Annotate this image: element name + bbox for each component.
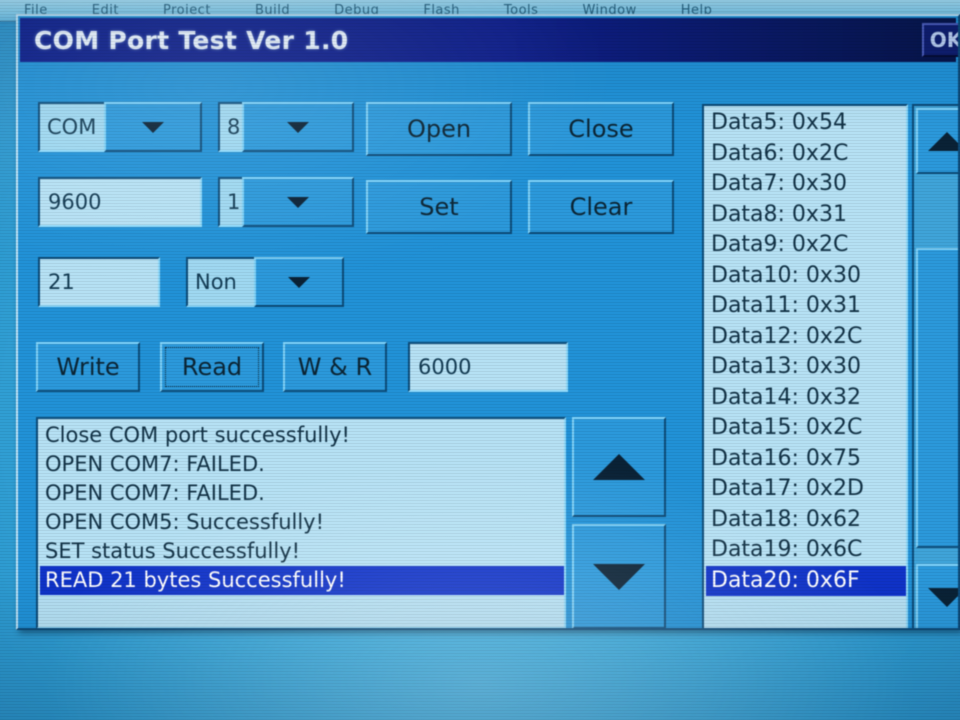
triangle-up-icon — [928, 131, 958, 151]
stopbits-combo[interactable]: 1 — [218, 177, 354, 227]
parity-combo-arrow-button[interactable] — [254, 257, 344, 307]
set-button[interactable]: Set — [366, 180, 512, 234]
list-item[interactable]: OPEN COM7: FAILED. — [40, 479, 564, 508]
list-item[interactable]: SET status Successfully! — [40, 537, 564, 566]
chevron-down-icon — [142, 121, 164, 133]
list-item[interactable]: Data5: 0x54 — [706, 108, 906, 139]
list-item[interactable]: Data11: 0x31 — [706, 291, 906, 322]
data-scroll-down-button[interactable] — [916, 564, 958, 628]
list-item[interactable]: Data16: 0x75 — [706, 444, 906, 475]
log-scroll-up-button[interactable] — [572, 417, 666, 517]
triangle-down-icon — [928, 587, 958, 607]
databits-combo-arrow-button[interactable] — [242, 102, 354, 152]
databits-combo-value: 8 — [218, 102, 242, 152]
list-item[interactable]: Data12: 0x2C — [706, 322, 906, 353]
ok-button[interactable]: OK — [922, 23, 958, 57]
port-combo-value: COM — [38, 102, 104, 152]
list-item[interactable]: Data7: 0x30 — [706, 169, 906, 200]
length-input[interactable]: 21 — [38, 257, 160, 307]
list-item-selected[interactable]: READ 21 bytes Successfully! — [40, 566, 564, 595]
clear-button[interactable]: Clear — [528, 180, 674, 234]
list-item[interactable]: Data13: 0x30 — [706, 352, 906, 383]
list-item[interactable]: OPEN COM7: FAILED. — [40, 450, 564, 479]
list-item[interactable]: Data14: 0x32 — [706, 383, 906, 414]
open-button[interactable]: Open — [366, 102, 512, 156]
triangle-down-icon — [593, 563, 645, 590]
close-button[interactable]: Close — [528, 102, 674, 156]
data-list-scrollbar[interactable] — [912, 104, 958, 628]
list-item[interactable]: Data18: 0x62 — [706, 505, 906, 536]
list-item[interactable]: Close COM port successfully! — [40, 421, 564, 450]
status-log-listbox[interactable]: Close COM port successfully! OPEN COM7: … — [36, 417, 566, 628]
parity-combo[interactable]: Non — [186, 257, 344, 307]
parity-combo-value: Non — [186, 257, 254, 307]
dialog-titlebar: COM Port Test Ver 1.0 OK — [20, 18, 958, 62]
chevron-down-icon — [287, 196, 309, 208]
chevron-down-icon — [288, 276, 310, 288]
timeout-input[interactable]: 6000 — [408, 342, 568, 392]
log-scroll-down-button[interactable] — [572, 524, 666, 628]
list-item[interactable]: Data15: 0x2C — [706, 413, 906, 444]
list-item[interactable]: Data17: 0x2D — [706, 474, 906, 505]
write-button[interactable]: Write — [36, 342, 140, 392]
triangle-up-icon — [593, 454, 645, 480]
com-port-test-dialog: COM Port Test Ver 1.0 OK COM 8 9600 1 21 — [16, 14, 960, 630]
data-scrollbar-thumb[interactable] — [916, 248, 958, 548]
baudrate-input[interactable]: 9600 — [38, 177, 202, 227]
list-item[interactable]: Data6: 0x2C — [706, 139, 906, 170]
write-and-read-button[interactable]: W & R — [283, 342, 387, 392]
port-combo[interactable]: COM — [38, 102, 202, 152]
port-combo-arrow-button[interactable] — [104, 102, 202, 152]
chevron-down-icon — [287, 121, 309, 133]
data-listbox[interactable]: Data5: 0x54 Data6: 0x2C Data7: 0x30 Data… — [702, 104, 908, 628]
stopbits-combo-value: 1 — [218, 177, 242, 227]
databits-combo[interactable]: 8 — [218, 102, 354, 152]
dialog-title: COM Port Test Ver 1.0 — [34, 25, 349, 55]
data-scrollbar-track[interactable] — [914, 176, 958, 562]
list-item[interactable]: Data8: 0x31 — [706, 200, 906, 231]
list-item[interactable]: Data9: 0x2C — [706, 230, 906, 261]
list-item[interactable]: Data19: 0x6C — [706, 535, 906, 566]
read-button[interactable]: Read — [160, 342, 264, 392]
list-item[interactable]: OPEN COM5: Successfully! — [40, 508, 564, 537]
stopbits-combo-arrow-button[interactable] — [242, 177, 354, 227]
list-item[interactable]: Data10: 0x30 — [706, 261, 906, 292]
list-item-selected[interactable]: Data20: 0x6F — [706, 565, 906, 596]
dialog-body: COM 8 9600 1 21 Non Open Close Set Clear… — [18, 62, 958, 628]
data-scroll-up-button[interactable] — [916, 108, 958, 174]
